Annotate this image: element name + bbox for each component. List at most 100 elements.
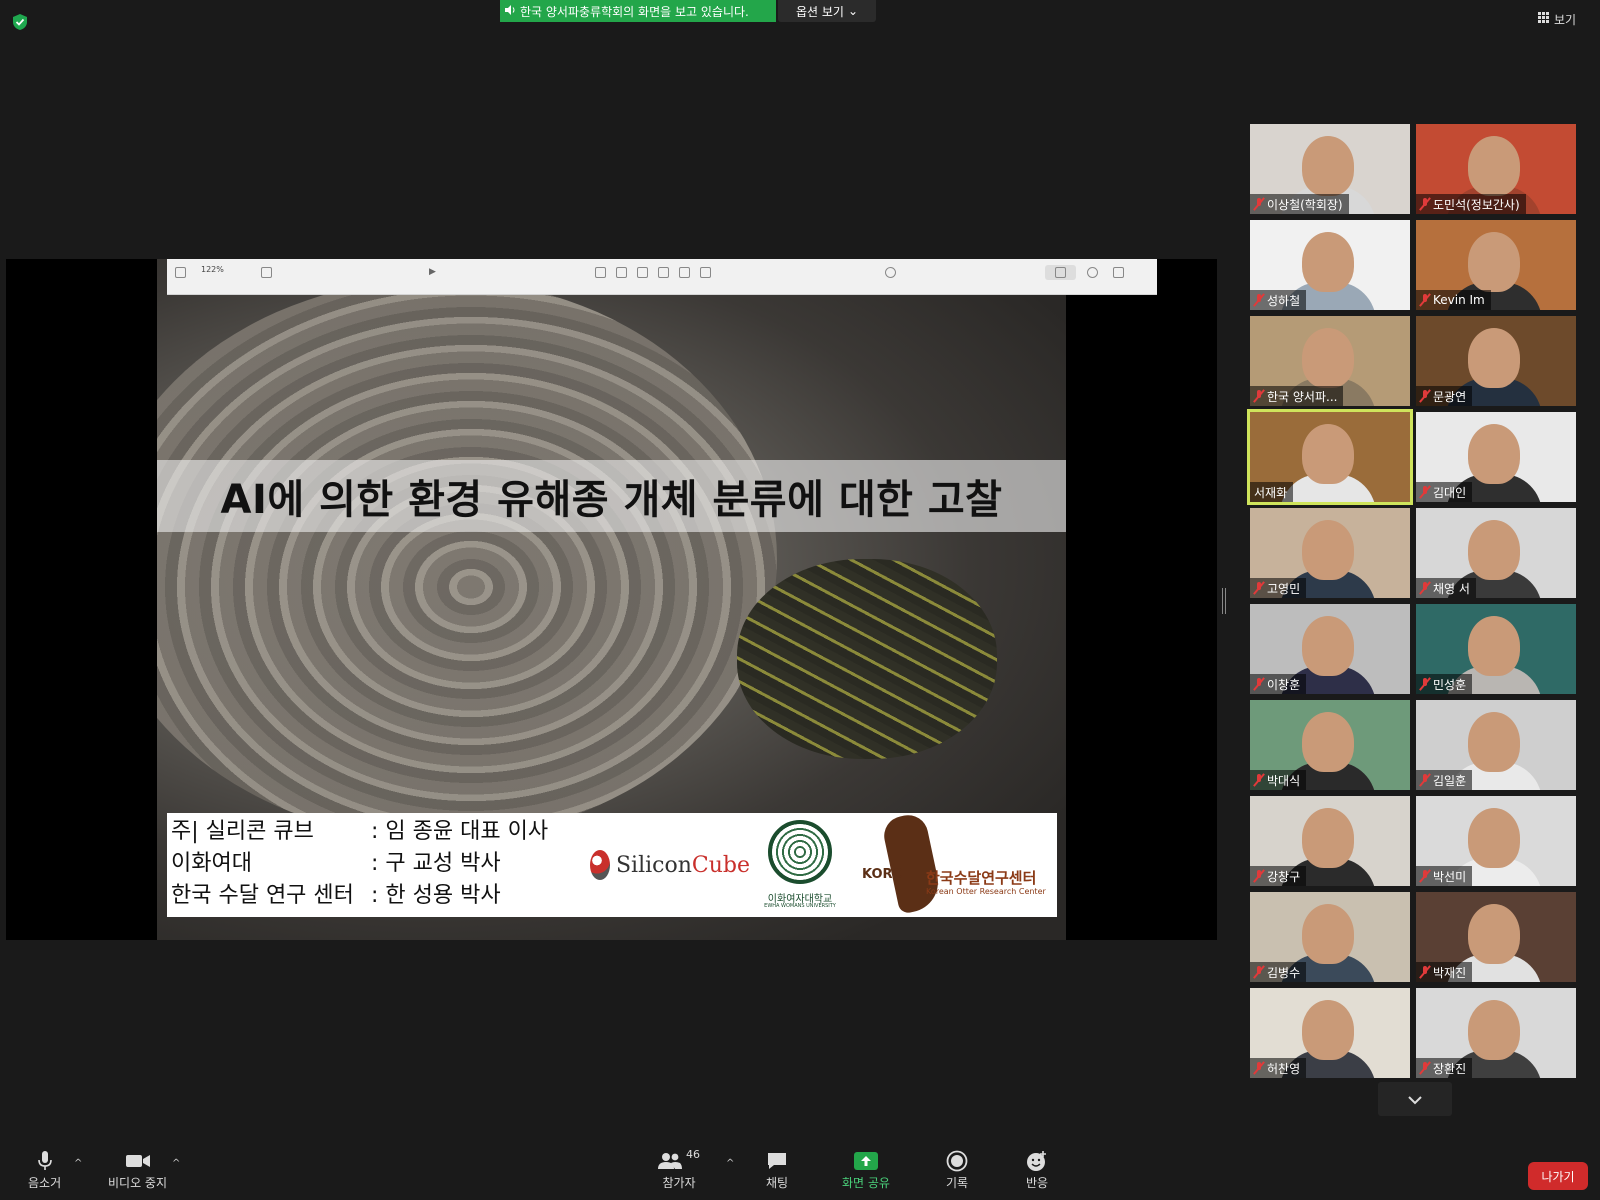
participant-name: 김일훈 xyxy=(1433,773,1467,788)
muted-microphone-icon xyxy=(1254,294,1264,306)
record-icon xyxy=(946,1148,968,1174)
record-label: 기록 xyxy=(946,1176,969,1190)
participant-tile[interactable]: 허찬영 xyxy=(1250,988,1410,1078)
participant-name: Kevin Im xyxy=(1433,293,1485,307)
view-button[interactable]: 보기 xyxy=(1538,8,1590,30)
video-camera-icon xyxy=(125,1148,151,1174)
participant-name: 강창구 xyxy=(1267,869,1301,884)
participant-name-tag: Kevin Im xyxy=(1416,290,1491,310)
participant-face-image xyxy=(1468,136,1520,196)
participant-name: 허찬영 xyxy=(1267,1061,1301,1076)
leave-meeting-button[interactable]: 나가기 xyxy=(1528,1162,1588,1190)
video-options-caret-icon[interactable]: ^ xyxy=(172,1158,180,1169)
participant-name-tag: 박선미 xyxy=(1416,866,1473,886)
participants-options-caret-icon[interactable]: ^ xyxy=(726,1158,734,1169)
participant-tile[interactable]: 박대식 xyxy=(1250,700,1410,790)
participant-face-image xyxy=(1468,904,1520,964)
credit-row: 이화여대 : 구 교성 박사 xyxy=(171,848,591,880)
participant-face-image xyxy=(1302,328,1354,388)
stop-video-label: 비디오 중지 xyxy=(108,1176,168,1190)
muted-microphone-icon xyxy=(1420,774,1430,786)
record-button[interactable]: 기록 xyxy=(946,1148,968,1191)
participant-tile[interactable]: 김일훈 xyxy=(1416,700,1576,790)
view-label: 보기 xyxy=(1554,12,1577,27)
participant-name: 박선미 xyxy=(1433,869,1467,884)
participant-tile[interactable]: 박재진 xyxy=(1416,892,1576,982)
participants-label: 참가자 xyxy=(662,1176,696,1190)
participant-face-image xyxy=(1302,712,1354,772)
participant-name-tag: 김병수 xyxy=(1250,962,1307,982)
participant-name: 이상철(학회장) xyxy=(1267,197,1343,212)
participant-tile[interactable]: 채영 서 xyxy=(1416,508,1576,598)
view-options-button[interactable]: 옵션 보기 ⌄ xyxy=(778,0,876,22)
participant-name-tag: 민성훈 xyxy=(1416,674,1473,694)
participant-face-image xyxy=(1468,424,1520,484)
stop-video-button[interactable]: 비디오 중지 xyxy=(108,1148,167,1191)
screen-share-banner: 한국 양서파충류학회의 화면을 보고 있습니다. xyxy=(500,0,776,22)
siliconcube-mark-icon xyxy=(590,850,610,880)
participant-tile[interactable]: 장환진 xyxy=(1416,988,1576,1078)
participant-tile[interactable]: 한국 양서파... xyxy=(1250,316,1410,406)
siliconcube-word-a: Silicon xyxy=(615,852,692,878)
participant-name: 한국 양서파... xyxy=(1267,389,1338,404)
siliconcube-logo: SiliconCube xyxy=(590,850,750,880)
participant-tile[interactable]: 김대인 xyxy=(1416,412,1576,502)
panel-resize-handle[interactable] xyxy=(1222,588,1226,614)
smiley-plus-icon xyxy=(1026,1148,1048,1174)
participant-name-tag: 강창구 xyxy=(1250,866,1307,886)
participant-tile[interactable]: 민성훈 xyxy=(1416,604,1576,694)
participant-tile[interactable]: 강창구 xyxy=(1250,796,1410,886)
participant-tile[interactable]: 성하철 xyxy=(1250,220,1410,310)
chat-label: 채팅 xyxy=(766,1176,789,1190)
speaker-icon xyxy=(504,4,516,19)
meeting-controls-bar xyxy=(0,1140,1600,1200)
participant-tile[interactable]: 김병수 xyxy=(1250,892,1410,982)
audio-options-caret-icon[interactable]: ^ xyxy=(74,1158,82,1169)
reactions-button[interactable]: 반응 xyxy=(1026,1148,1048,1191)
korc-logo: KORC 한국수달연구센터 Korean Otter Research Cent… xyxy=(860,811,1055,915)
participant-face-image xyxy=(1302,424,1354,484)
participant-tile[interactable]: 이상철(학회장) xyxy=(1250,124,1410,214)
participant-tile[interactable]: Kevin Im xyxy=(1416,220,1576,310)
participant-face-image xyxy=(1468,520,1520,580)
reactions-label: 반응 xyxy=(1026,1176,1049,1190)
play-icon: ▶ xyxy=(429,267,436,277)
scroll-down-button[interactable] xyxy=(1378,1082,1452,1116)
zoom-level: 122% xyxy=(201,265,224,274)
participant-name-tag: 이상철(학회장) xyxy=(1250,194,1349,214)
korc-korean-name: 한국수달연구센터 xyxy=(926,869,1037,887)
participant-face-image xyxy=(1468,712,1520,772)
credit-row: 주| 실리콘 큐브 : 임 종윤 대표 이사 xyxy=(171,816,591,848)
participant-name-tag: 허찬영 xyxy=(1250,1058,1307,1078)
chevron-down-icon: ⌄ xyxy=(847,4,859,18)
share-screen-icon xyxy=(853,1148,879,1174)
ewha-seal-icon xyxy=(768,820,832,884)
participant-face-image xyxy=(1302,808,1354,868)
muted-microphone-icon xyxy=(1254,1062,1264,1074)
participant-tile[interactable]: 도민석(정보간사) xyxy=(1416,124,1576,214)
participant-tile[interactable]: 서재화 xyxy=(1247,409,1413,505)
document-icon xyxy=(1113,267,1134,278)
participant-tile[interactable]: 이창훈 xyxy=(1250,604,1410,694)
participant-face-image xyxy=(1468,616,1520,676)
format-icon xyxy=(1045,265,1076,280)
chat-button[interactable]: 채팅 xyxy=(766,1148,788,1191)
participant-name-tag: 성하철 xyxy=(1250,290,1307,310)
participant-name-tag: 문광연 xyxy=(1416,386,1473,406)
participant-name: 민성훈 xyxy=(1433,677,1467,692)
muted-microphone-icon xyxy=(1254,582,1264,594)
slide-credits: 주| 실리콘 큐브 : 임 종윤 대표 이사 이화여대 : 구 교성 박사 한국… xyxy=(171,816,591,916)
participant-tile[interactable]: 박선미 xyxy=(1416,796,1576,886)
participant-name: 김대인 xyxy=(1433,485,1467,500)
mute-button[interactable]: 음소거 xyxy=(28,1148,61,1191)
security-shield-icon[interactable] xyxy=(10,12,30,32)
participants-button[interactable]: 46 참가자 xyxy=(658,1148,700,1191)
muted-microphone-icon xyxy=(1420,294,1430,306)
muted-microphone-icon xyxy=(1254,390,1264,402)
insert-tools-icons xyxy=(595,267,721,278)
participant-tile[interactable]: 고영민 xyxy=(1250,508,1410,598)
credit-person: : 임 종윤 대표 이사 xyxy=(371,819,549,844)
share-screen-button[interactable]: 화면 공유 xyxy=(842,1148,890,1191)
participant-name: 이창훈 xyxy=(1267,677,1301,692)
participant-tile[interactable]: 문광연 xyxy=(1416,316,1576,406)
